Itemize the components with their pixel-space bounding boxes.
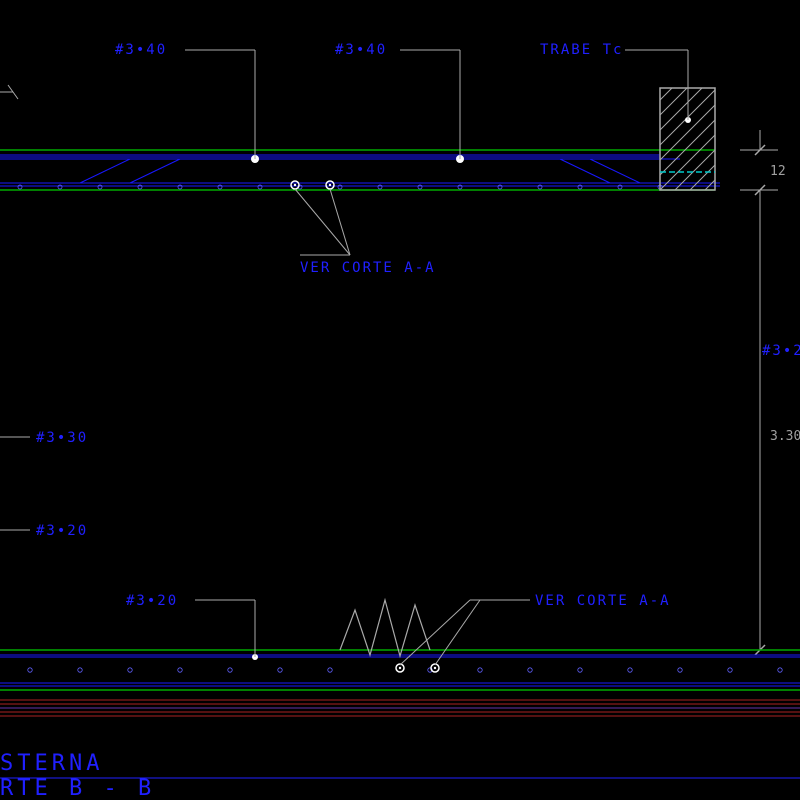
bent-bar-1 xyxy=(80,159,130,183)
dim-slab-thickness: 12 xyxy=(770,164,786,179)
bent-bar-3 xyxy=(560,159,610,183)
bent-bar-2 xyxy=(130,159,180,183)
label-rebar-top-left: #3•40 xyxy=(115,42,167,58)
label-ver-corte-upper: VER CORTE A-A xyxy=(300,260,436,276)
stirrup-circles-bottom xyxy=(28,668,782,672)
title-line2: RTE B - B xyxy=(0,776,155,800)
break-line xyxy=(340,600,430,656)
label-rebar-3-30: #3•30 xyxy=(36,430,88,446)
label-ver-corte-lower: VER CORTE A-A xyxy=(535,593,671,609)
label-trabe: TRABE Tc xyxy=(540,42,623,58)
bent-bar-4 xyxy=(590,159,640,183)
cad-drawing: #3•40 #3•40 TRABE Tc VER CORTE A-A 12 3.… xyxy=(0,0,800,800)
label-rebar-3-20-bottom: #3•20 xyxy=(126,593,178,609)
dim-height: 3.30 xyxy=(770,429,800,444)
label-rebar-right: #3•2 xyxy=(762,343,800,359)
label-rebar-top-right: #3•40 xyxy=(335,42,387,58)
title-line1: STERNA xyxy=(0,751,103,776)
label-rebar-3-20-left: #3•20 xyxy=(36,523,88,539)
